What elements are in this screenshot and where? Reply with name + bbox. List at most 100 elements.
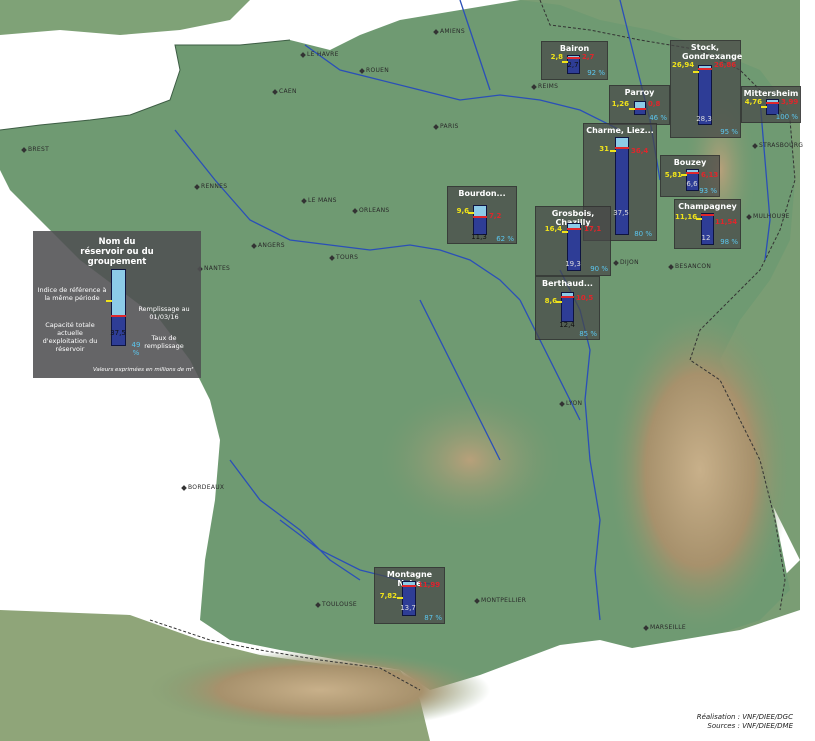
city-reims: REIMS xyxy=(538,83,559,90)
reservoir-montagne-noire[interactable]: Montagne Noire 7,82 11,99 13,7 87 % xyxy=(374,567,445,624)
capacity-value: 2,7 xyxy=(567,61,579,69)
rate-value: 92 % xyxy=(587,69,605,77)
city-toulouse: TOULOUSE xyxy=(322,601,358,608)
reservoir-stock[interactable]: Stock, Gondrexange 26,94 26,86 28,3 95 % xyxy=(670,40,743,138)
filling-marker xyxy=(686,172,699,174)
legend-capacity-label: Capacité totale actuelle d'exploitation … xyxy=(42,321,98,353)
city-dijon: DIJON xyxy=(620,259,639,266)
capacity-value: 37,5 xyxy=(613,209,629,217)
legend-filling-label: Remplissage au 01/03/16 xyxy=(138,305,190,321)
credits-sources: Sources : VNF/DIEE/DME xyxy=(707,722,793,730)
city-angers: ANGERS xyxy=(258,242,285,249)
reservoir-name: Bairon xyxy=(559,44,590,53)
map-legend: Nom du réservoir ou du groupement Indice… xyxy=(33,231,201,378)
city-paris: PARIS xyxy=(440,123,459,130)
reference-value: 9,6 xyxy=(456,207,469,215)
reservoir-name: Berthaud... xyxy=(542,279,593,288)
reservoir-name: Stock, Gondrexange xyxy=(682,43,743,61)
city-le-havre: LE HAVRE xyxy=(307,51,339,58)
legend-rate-label: Taux de remplissage xyxy=(144,334,184,350)
filling-marker xyxy=(766,102,779,104)
reservoir-name: Parroy xyxy=(624,88,655,97)
capacity-value: 11,3 xyxy=(471,233,487,241)
reservoir-bouzey[interactable]: Bouzey 5,81 6,13 6,6 93 % xyxy=(660,155,720,197)
filling-value: 2,7 xyxy=(582,53,595,61)
legend-unit-note: Valeurs exprimées en millions de m³ xyxy=(93,367,194,373)
filling-value: 11,99 xyxy=(418,581,441,589)
reservoir-grosbois[interactable]: Grosbois, Chazilly 16,4 17,1 19,3 90 % xyxy=(535,206,611,276)
filling-marker xyxy=(111,315,126,317)
filling-value: 0,8 xyxy=(648,100,661,108)
reference-value: 16,4 xyxy=(544,225,562,233)
capacity-value: 19,3 xyxy=(565,260,581,268)
reference-marker xyxy=(693,71,699,73)
reference-value: 2,8 xyxy=(550,53,563,61)
city-strasbourg: STRASBOURG xyxy=(759,142,804,149)
filling-marker xyxy=(634,108,646,110)
legend-title: Nom du réservoir ou du groupement xyxy=(80,237,154,267)
city-besancon: BESANCON xyxy=(675,263,712,270)
rate-value: 90 % xyxy=(590,265,608,273)
filling-value: 6,13 xyxy=(701,171,719,179)
filling-value: 26,86 xyxy=(714,61,737,69)
reservoir-bairon[interactable]: Bairon 2,8 2,7 2,7 92 % xyxy=(541,41,608,80)
city-bordeaux: BORDEAUX xyxy=(188,484,225,491)
reference-value: 26,94 xyxy=(672,61,695,69)
filling-marker xyxy=(615,147,629,149)
city-orleans: ORLEANS xyxy=(359,207,390,214)
capacity-value: 28,3 xyxy=(696,115,712,123)
reference-marker xyxy=(761,106,767,108)
reference-value: 7,82 xyxy=(379,592,397,600)
city-nantes: NANTES xyxy=(204,265,231,272)
reservoir-gauge xyxy=(556,292,574,322)
filling-value: 36,4 xyxy=(631,147,649,155)
filling-marker xyxy=(402,585,416,587)
reservoir-berthaud[interactable]: Berthaud... 8,6 10,5 12,4 85 % xyxy=(535,276,600,340)
capacity-value: 13,7 xyxy=(400,604,416,612)
reference-value: 1,26 xyxy=(611,100,629,108)
map-credits: Réalisation : VNF/DIEE/DGC Sources : VNF… xyxy=(697,713,793,731)
filling-value: 11,54 xyxy=(715,218,738,226)
legend-rate-value: 49 % xyxy=(131,341,141,357)
reservoir-parroy[interactable]: Parroy 1,26 0,8 46 % xyxy=(609,85,670,125)
filling-marker xyxy=(473,216,487,218)
reservoir-champagney[interactable]: Champagney 11,16 11,54 12 98 % xyxy=(674,199,741,249)
reservoir-name: Bouzey xyxy=(673,158,707,167)
reservoir-mittersheim[interactable]: Mittersheim 4,76 3,99 100 % xyxy=(741,86,801,123)
city-lyon: LYON xyxy=(566,400,583,407)
city-brest: BREST xyxy=(28,146,50,153)
filling-marker xyxy=(567,228,581,230)
city-mulhouse: MULHOUSE xyxy=(753,213,790,220)
reference-value: 8,6 xyxy=(544,297,557,305)
city-amiens: AMIENS xyxy=(440,28,465,35)
reservoir-gauge xyxy=(629,101,646,115)
reference-value: 5,81 xyxy=(664,171,682,179)
rate-value: 80 % xyxy=(634,230,652,238)
filling-marker xyxy=(701,214,714,216)
city-montpellier: MONTPELLIER xyxy=(481,597,527,604)
reservoir-name: Charme, Liez... xyxy=(586,126,654,135)
reference-marker xyxy=(629,108,635,110)
reference-value: 4,76 xyxy=(744,98,762,106)
city-rennes: RENNES xyxy=(201,183,228,190)
reference-marker xyxy=(610,150,616,152)
capacity-value: 12 xyxy=(701,234,711,242)
rate-value: 93 % xyxy=(699,187,717,195)
reference-value: 11,16 xyxy=(675,213,698,221)
reservoir-bourdon[interactable]: Bourdon... 9,6 7,2 11,3 62 % xyxy=(447,186,517,244)
filling-marker xyxy=(561,296,574,298)
filling-value: 7,2 xyxy=(489,212,502,220)
legend-reference-label: Indice de référence à la même période xyxy=(37,286,107,302)
filling-value: 10,5 xyxy=(576,294,594,302)
city-caen: CAEN xyxy=(279,88,297,95)
credits-realisation: Réalisation : VNF/DIEE/DGC xyxy=(696,713,793,721)
reservoir-gauge xyxy=(468,205,487,235)
city-tours: TOURS xyxy=(336,254,359,261)
legend-capacity-value: 37,5 xyxy=(110,329,126,337)
filling-value: 3,99 xyxy=(781,98,799,106)
reservoir-name: Bourdon... xyxy=(458,189,506,198)
reference-marker xyxy=(397,597,403,599)
rate-value: 46 % xyxy=(649,114,667,122)
reservoir-name: Mittersheim xyxy=(743,89,799,98)
reservoir-gauge xyxy=(610,137,629,235)
